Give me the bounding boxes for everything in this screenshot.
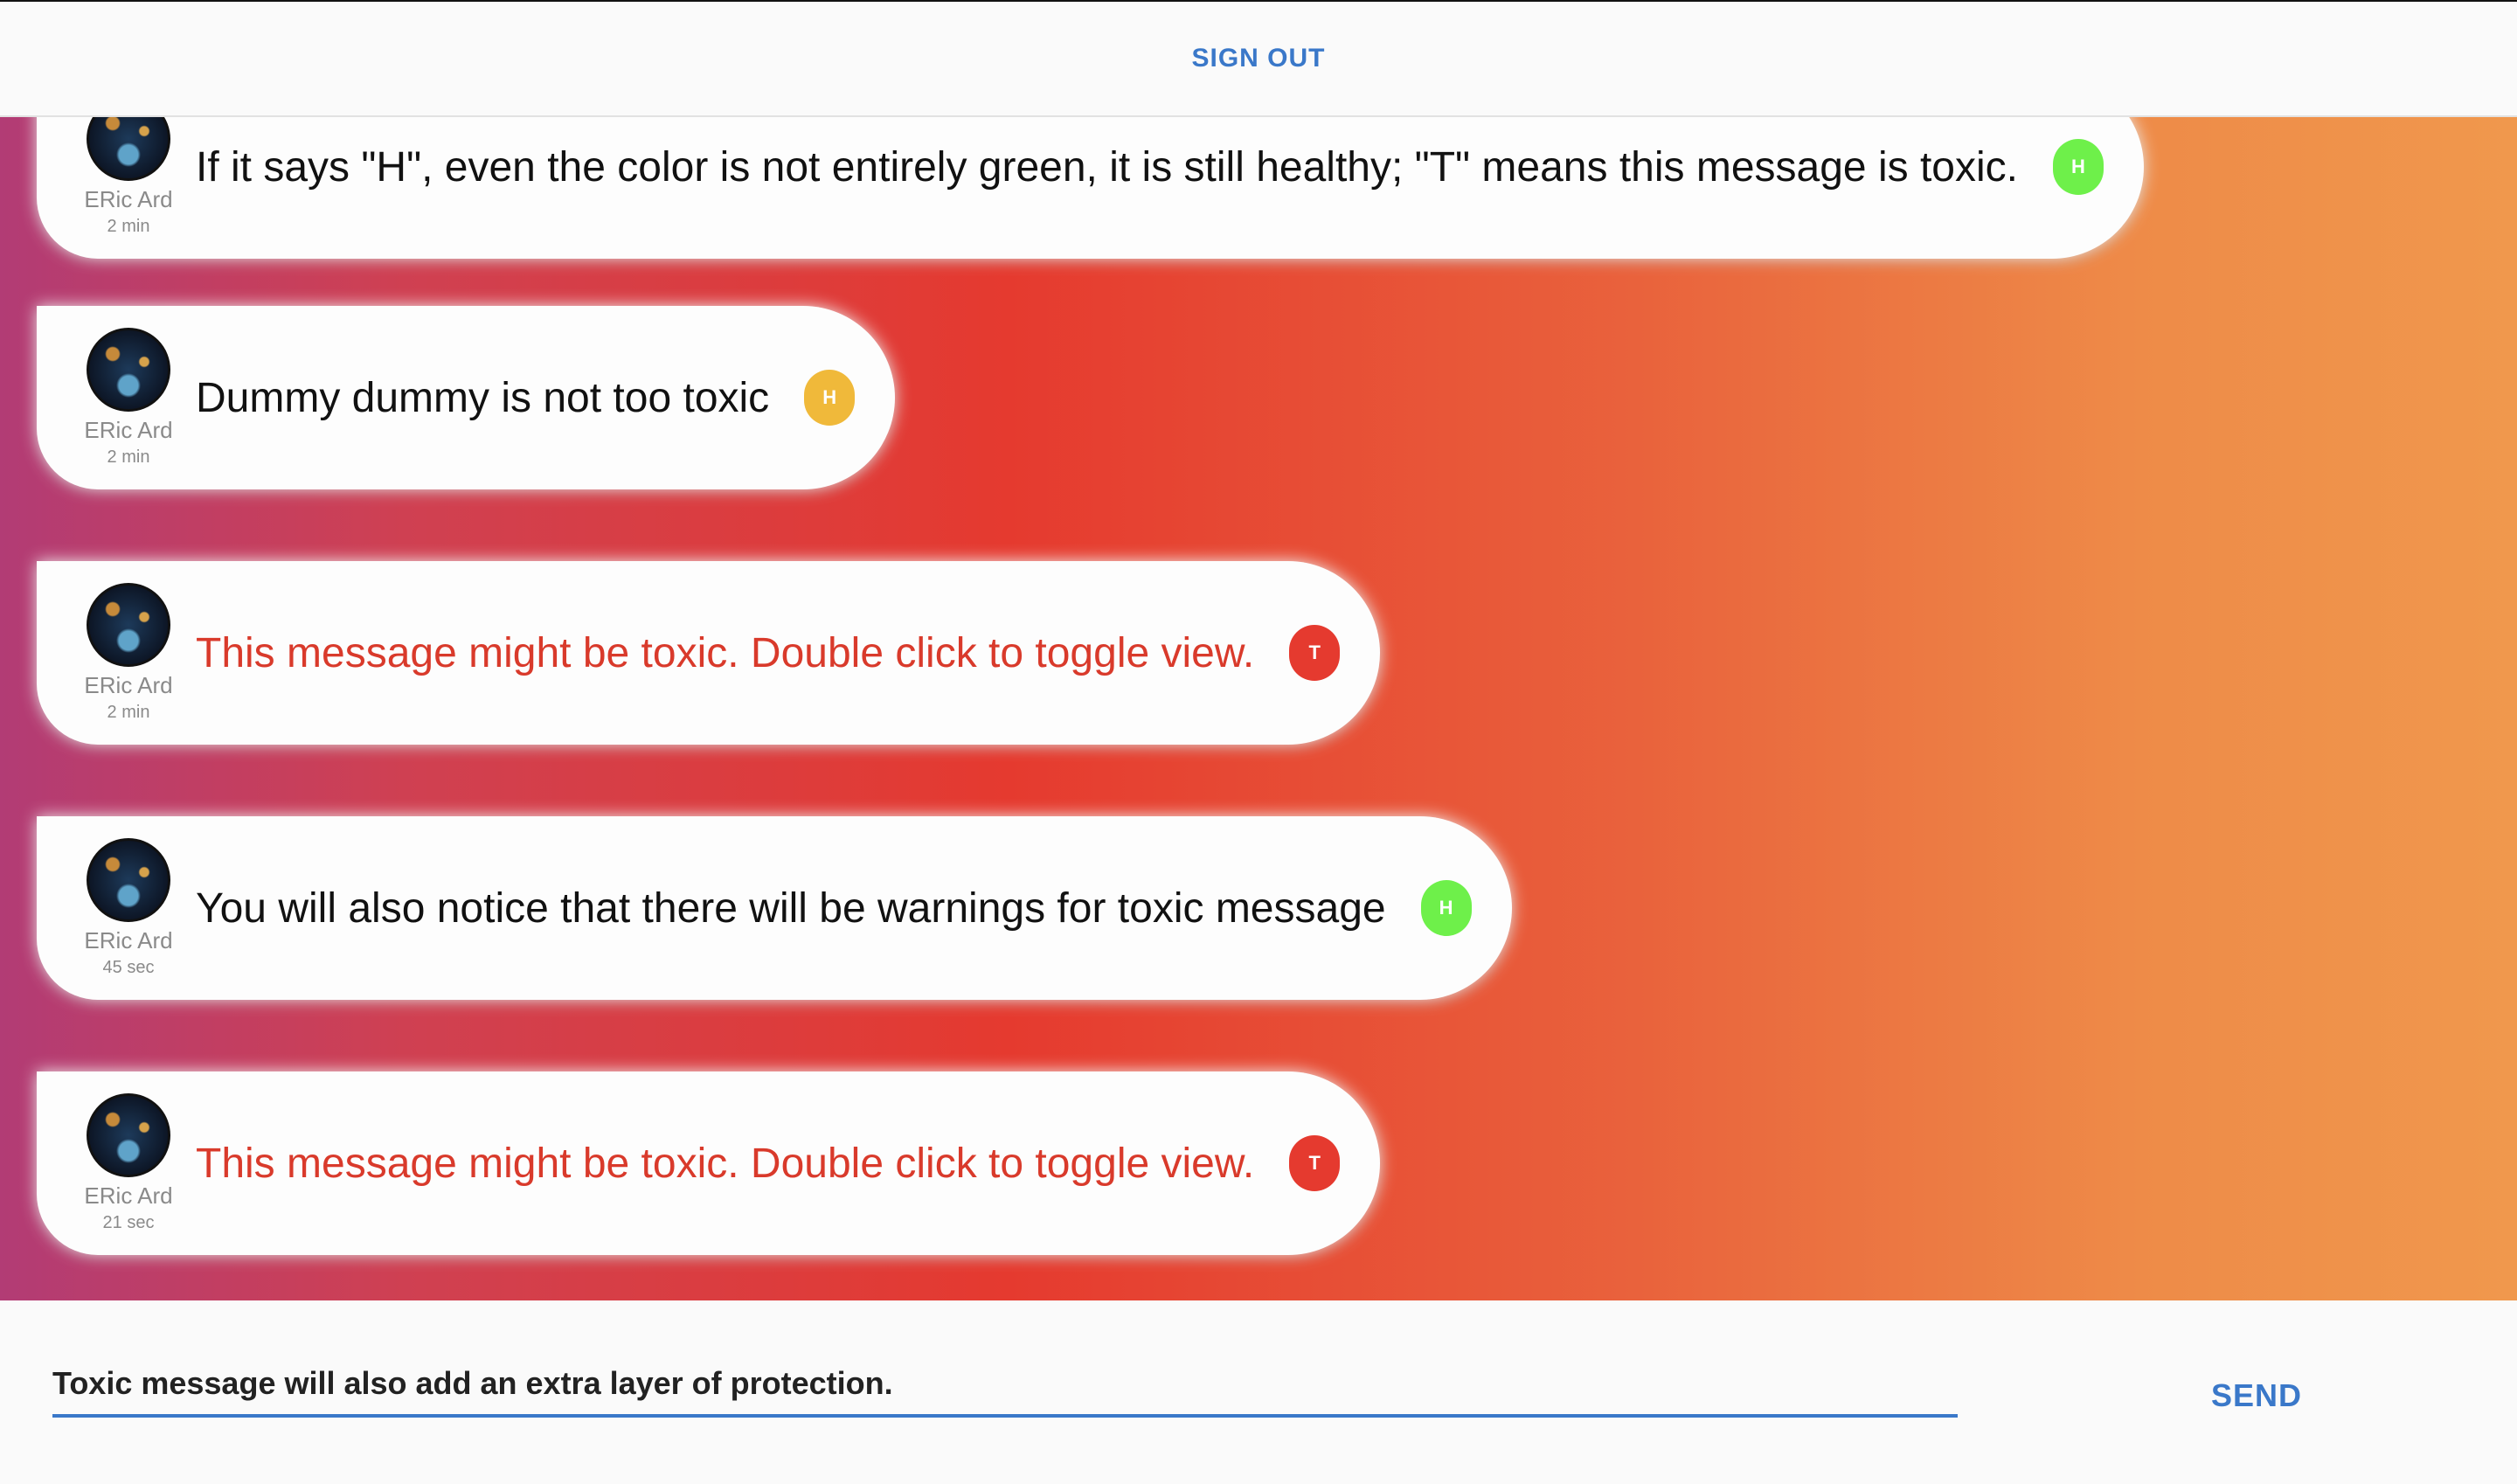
message-bubble[interactable]: ERic Ard 45 sec You will also notice tha… xyxy=(37,816,1512,1000)
toxic-badge[interactable]: T xyxy=(1289,1135,1341,1191)
avatar xyxy=(87,328,170,412)
health-badge[interactable]: H xyxy=(2052,139,2104,195)
top-bar: SIGN OUT xyxy=(0,0,2517,117)
message-bubble[interactable]: ERic Ard 2 min If it says "H", even the … xyxy=(37,117,2144,259)
author-name: ERic Ard xyxy=(84,672,173,698)
message-author: ERic Ard 21 sec xyxy=(80,1093,177,1233)
avatar xyxy=(87,1093,170,1177)
message-time: 2 min xyxy=(107,217,150,236)
avatar xyxy=(87,583,170,667)
author-name: ERic Ard xyxy=(84,417,173,443)
avatar xyxy=(87,117,170,181)
message-bubble[interactable]: ERic Ard 2 min This message might be tox… xyxy=(37,561,1381,745)
message-text: You will also notice that there will be … xyxy=(196,884,1386,932)
message-author: ERic Ard 2 min xyxy=(80,583,177,723)
message-time: 2 min xyxy=(107,447,150,467)
message-time: 2 min xyxy=(107,703,150,722)
message-bubble[interactable]: ERic Ard 2 min Dummy dummy is not too to… xyxy=(37,306,896,489)
message-bubble[interactable]: ERic Ard 21 sec This message might be to… xyxy=(37,1071,1381,1255)
avatar xyxy=(87,838,170,922)
message-input[interactable] xyxy=(52,1353,1958,1418)
message-author: ERic Ard 45 sec xyxy=(80,838,177,978)
message-text[interactable]: This message might be toxic. Double clic… xyxy=(196,629,1254,677)
message-time: 45 sec xyxy=(102,958,155,977)
message-list[interactable]: ERic Ard 2 min If it says "H", even the … xyxy=(0,117,2517,1300)
health-badge[interactable]: H xyxy=(1420,880,1472,936)
sign-out-button[interactable]: SIGN OUT xyxy=(1191,44,1325,73)
message-author: ERic Ard 2 min xyxy=(80,328,177,468)
author-name: ERic Ard xyxy=(84,186,173,212)
health-badge[interactable]: H xyxy=(804,370,856,426)
message-text: Dummy dummy is not too toxic xyxy=(196,374,770,421)
author-name: ERic Ard xyxy=(84,927,173,954)
message-text[interactable]: This message might be toxic. Double clic… xyxy=(196,1140,1254,1188)
toxic-badge[interactable]: T xyxy=(1289,625,1341,681)
message-text: If it says "H", even the color is not en… xyxy=(196,143,2018,191)
message-time: 21 sec xyxy=(102,1213,155,1232)
send-button[interactable]: SEND xyxy=(2211,1377,2302,1414)
message-author: ERic Ard 2 min xyxy=(80,117,177,237)
author-name: ERic Ard xyxy=(84,1182,173,1209)
